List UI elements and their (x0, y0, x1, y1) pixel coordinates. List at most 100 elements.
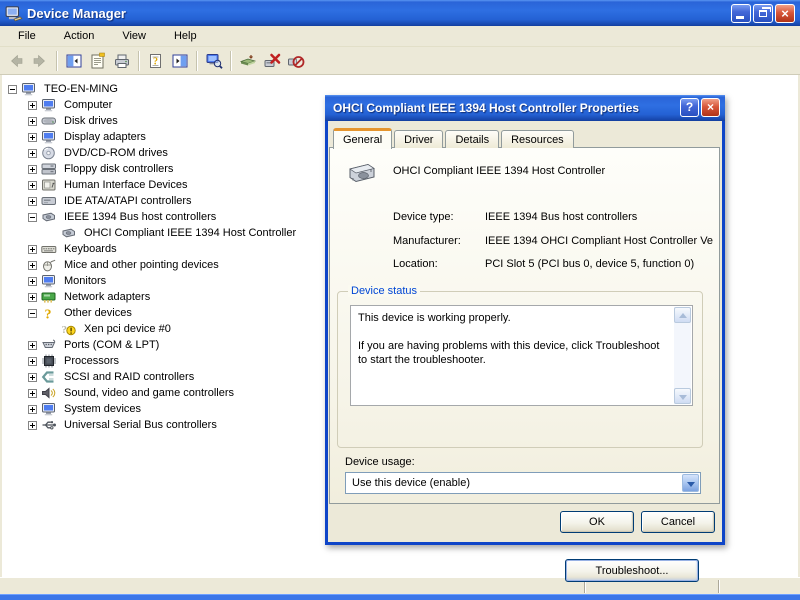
menu-item-file[interactable]: File (8, 28, 46, 44)
taskbar-edge (0, 594, 800, 600)
tree-item-label: Ports (COM & LPT) (62, 338, 161, 352)
tree-item-label: Network adapters (62, 290, 152, 304)
svg-text:?: ? (62, 324, 68, 336)
dialog-titlebar[interactable]: OHCI Compliant IEEE 1394 Host Controller… (325, 95, 725, 121)
tree-item-label: Mice and other pointing devices (62, 258, 221, 272)
device-status-groupbox: Device status This device is working pro… (337, 291, 703, 448)
tree-item[interactable]: Floppy disk controllers (4, 161, 298, 177)
scan-hardware-button[interactable] (202, 49, 226, 73)
tree-item[interactable]: Mice and other pointing devices (4, 257, 298, 273)
tree-item[interactable]: ?Xen pci device #0 (4, 321, 298, 337)
keyboard-icon (41, 242, 57, 256)
properties-button[interactable] (86, 49, 110, 73)
tree-item[interactable]: Monitors (4, 273, 298, 289)
expand-plus-icon[interactable] (28, 293, 37, 302)
menu-item-action[interactable]: Action (54, 28, 105, 44)
dialog-help-button[interactable]: ? (680, 98, 699, 117)
show-action-pane-icon (171, 52, 189, 70)
tree-item[interactable]: ?Other devices (4, 305, 298, 321)
print-button[interactable] (110, 49, 134, 73)
tree-item[interactable]: Ports (COM & LPT) (4, 337, 298, 353)
device-tree: TEO-EN-MINGComputerDisk drivesDisplay ad… (4, 81, 298, 433)
tree-item[interactable]: SCSI and RAID controllers (4, 369, 298, 385)
expand-plus-icon[interactable] (28, 117, 37, 126)
tree-item[interactable]: Processors (4, 353, 298, 369)
troubleshoot-button[interactable]: Troubleshoot... (565, 559, 699, 582)
tree-item[interactable]: Human Interface Devices (4, 177, 298, 193)
tree-item[interactable]: OHCI Compliant IEEE 1394 Host Controller (4, 225, 298, 241)
ok-button[interactable]: OK (560, 511, 634, 533)
show-action-pane-button[interactable] (168, 49, 192, 73)
expand-plus-icon[interactable] (28, 165, 37, 174)
network-adapter-icon (41, 290, 57, 304)
expand-plus-icon[interactable] (28, 373, 37, 382)
scan-hardware-icon (205, 52, 223, 70)
cancel-button[interactable]: Cancel (641, 511, 715, 533)
field-label: Device type: (393, 211, 485, 223)
expand-plus-icon[interactable] (28, 133, 37, 142)
tab-general[interactable]: General (333, 128, 392, 149)
ieee1394-icon (61, 226, 77, 240)
tree-item-label: Floppy disk controllers (62, 162, 175, 176)
expand-plus-icon[interactable] (28, 277, 37, 286)
expand-plus-icon[interactable] (28, 421, 37, 430)
expand-plus-icon[interactable] (28, 405, 37, 414)
expand-plus-icon[interactable] (28, 181, 37, 190)
restore-icon (759, 10, 767, 17)
tree-item[interactable]: Display adapters (4, 129, 298, 145)
expand-plus-icon[interactable] (28, 357, 37, 366)
window-titlebar[interactable]: Device Manager × (0, 0, 800, 26)
mouse-icon (41, 258, 57, 272)
tree-item[interactable]: Sound, video and game controllers (4, 385, 298, 401)
tree-item[interactable]: Disk drives (4, 113, 298, 129)
tree-item[interactable]: Computer (4, 97, 298, 113)
tree-item[interactable]: TEO-EN-MING (4, 81, 298, 97)
dialog-close-button[interactable]: × (701, 98, 720, 117)
collapse-minus-icon[interactable] (8, 85, 17, 94)
tree-item[interactable]: IEEE 1394 Bus host controllers (4, 209, 298, 225)
show-console-tree-button[interactable] (62, 49, 86, 73)
expand-plus-icon[interactable] (28, 341, 37, 350)
expand-plus-icon[interactable] (28, 261, 37, 270)
update-driver-icon (239, 52, 257, 70)
device-status-label: Device status (348, 285, 420, 297)
close-icon: × (776, 5, 794, 22)
expand-plus-icon[interactable] (28, 245, 37, 254)
forward-arrow-button[interactable] (28, 49, 52, 73)
restore-button[interactable] (753, 4, 773, 23)
scroll-up-icon[interactable] (674, 307, 691, 323)
tree-item[interactable]: Keyboards (4, 241, 298, 257)
tree-item[interactable]: Network adapters (4, 289, 298, 305)
device-usage-combobox[interactable]: Use this device (enable) (345, 472, 701, 494)
menu-item-help[interactable]: Help (164, 28, 207, 44)
update-driver-button[interactable] (236, 49, 260, 73)
close-button[interactable]: × (775, 4, 795, 23)
collapse-minus-icon[interactable] (28, 309, 37, 318)
minimize-button[interactable] (731, 4, 751, 23)
tree-item[interactable]: IDE ATA/ATAPI controllers (4, 193, 298, 209)
chevron-down-icon[interactable] (682, 474, 699, 492)
collapse-minus-icon[interactable] (28, 213, 37, 222)
menu-item-view[interactable]: View (112, 28, 156, 44)
status-scrollbar[interactable] (674, 307, 691, 404)
expand-plus-icon[interactable] (28, 389, 37, 398)
tab-resources[interactable]: Resources (501, 130, 574, 148)
tab-driver[interactable]: Driver (394, 130, 443, 148)
tree-item[interactable]: Universal Serial Bus controllers (4, 417, 298, 433)
help-button[interactable]: ? (144, 49, 168, 73)
back-arrow-button[interactable] (4, 49, 28, 73)
field-value: PCI Slot 5 (PCI bus 0, device 5, functio… (485, 258, 717, 270)
scroll-down-icon[interactable] (674, 388, 691, 404)
dialog-body: GeneralDriverDetailsResources OHCI Compl… (328, 121, 722, 542)
tree-item[interactable]: DVD/CD-ROM drives (4, 145, 298, 161)
device-manager-window: Device Manager × File Action View Help ? TE… (0, 0, 800, 600)
expand-plus-icon[interactable] (28, 149, 37, 158)
tab-details[interactable]: Details (445, 130, 499, 148)
disable-button[interactable] (284, 49, 308, 73)
tree-item-label: OHCI Compliant IEEE 1394 Host Controller (82, 226, 298, 240)
display-adapter-icon (41, 130, 57, 144)
tree-item[interactable]: System devices (4, 401, 298, 417)
expand-plus-icon[interactable] (28, 197, 37, 206)
expand-plus-icon[interactable] (28, 101, 37, 110)
uninstall-button[interactable] (260, 49, 284, 73)
